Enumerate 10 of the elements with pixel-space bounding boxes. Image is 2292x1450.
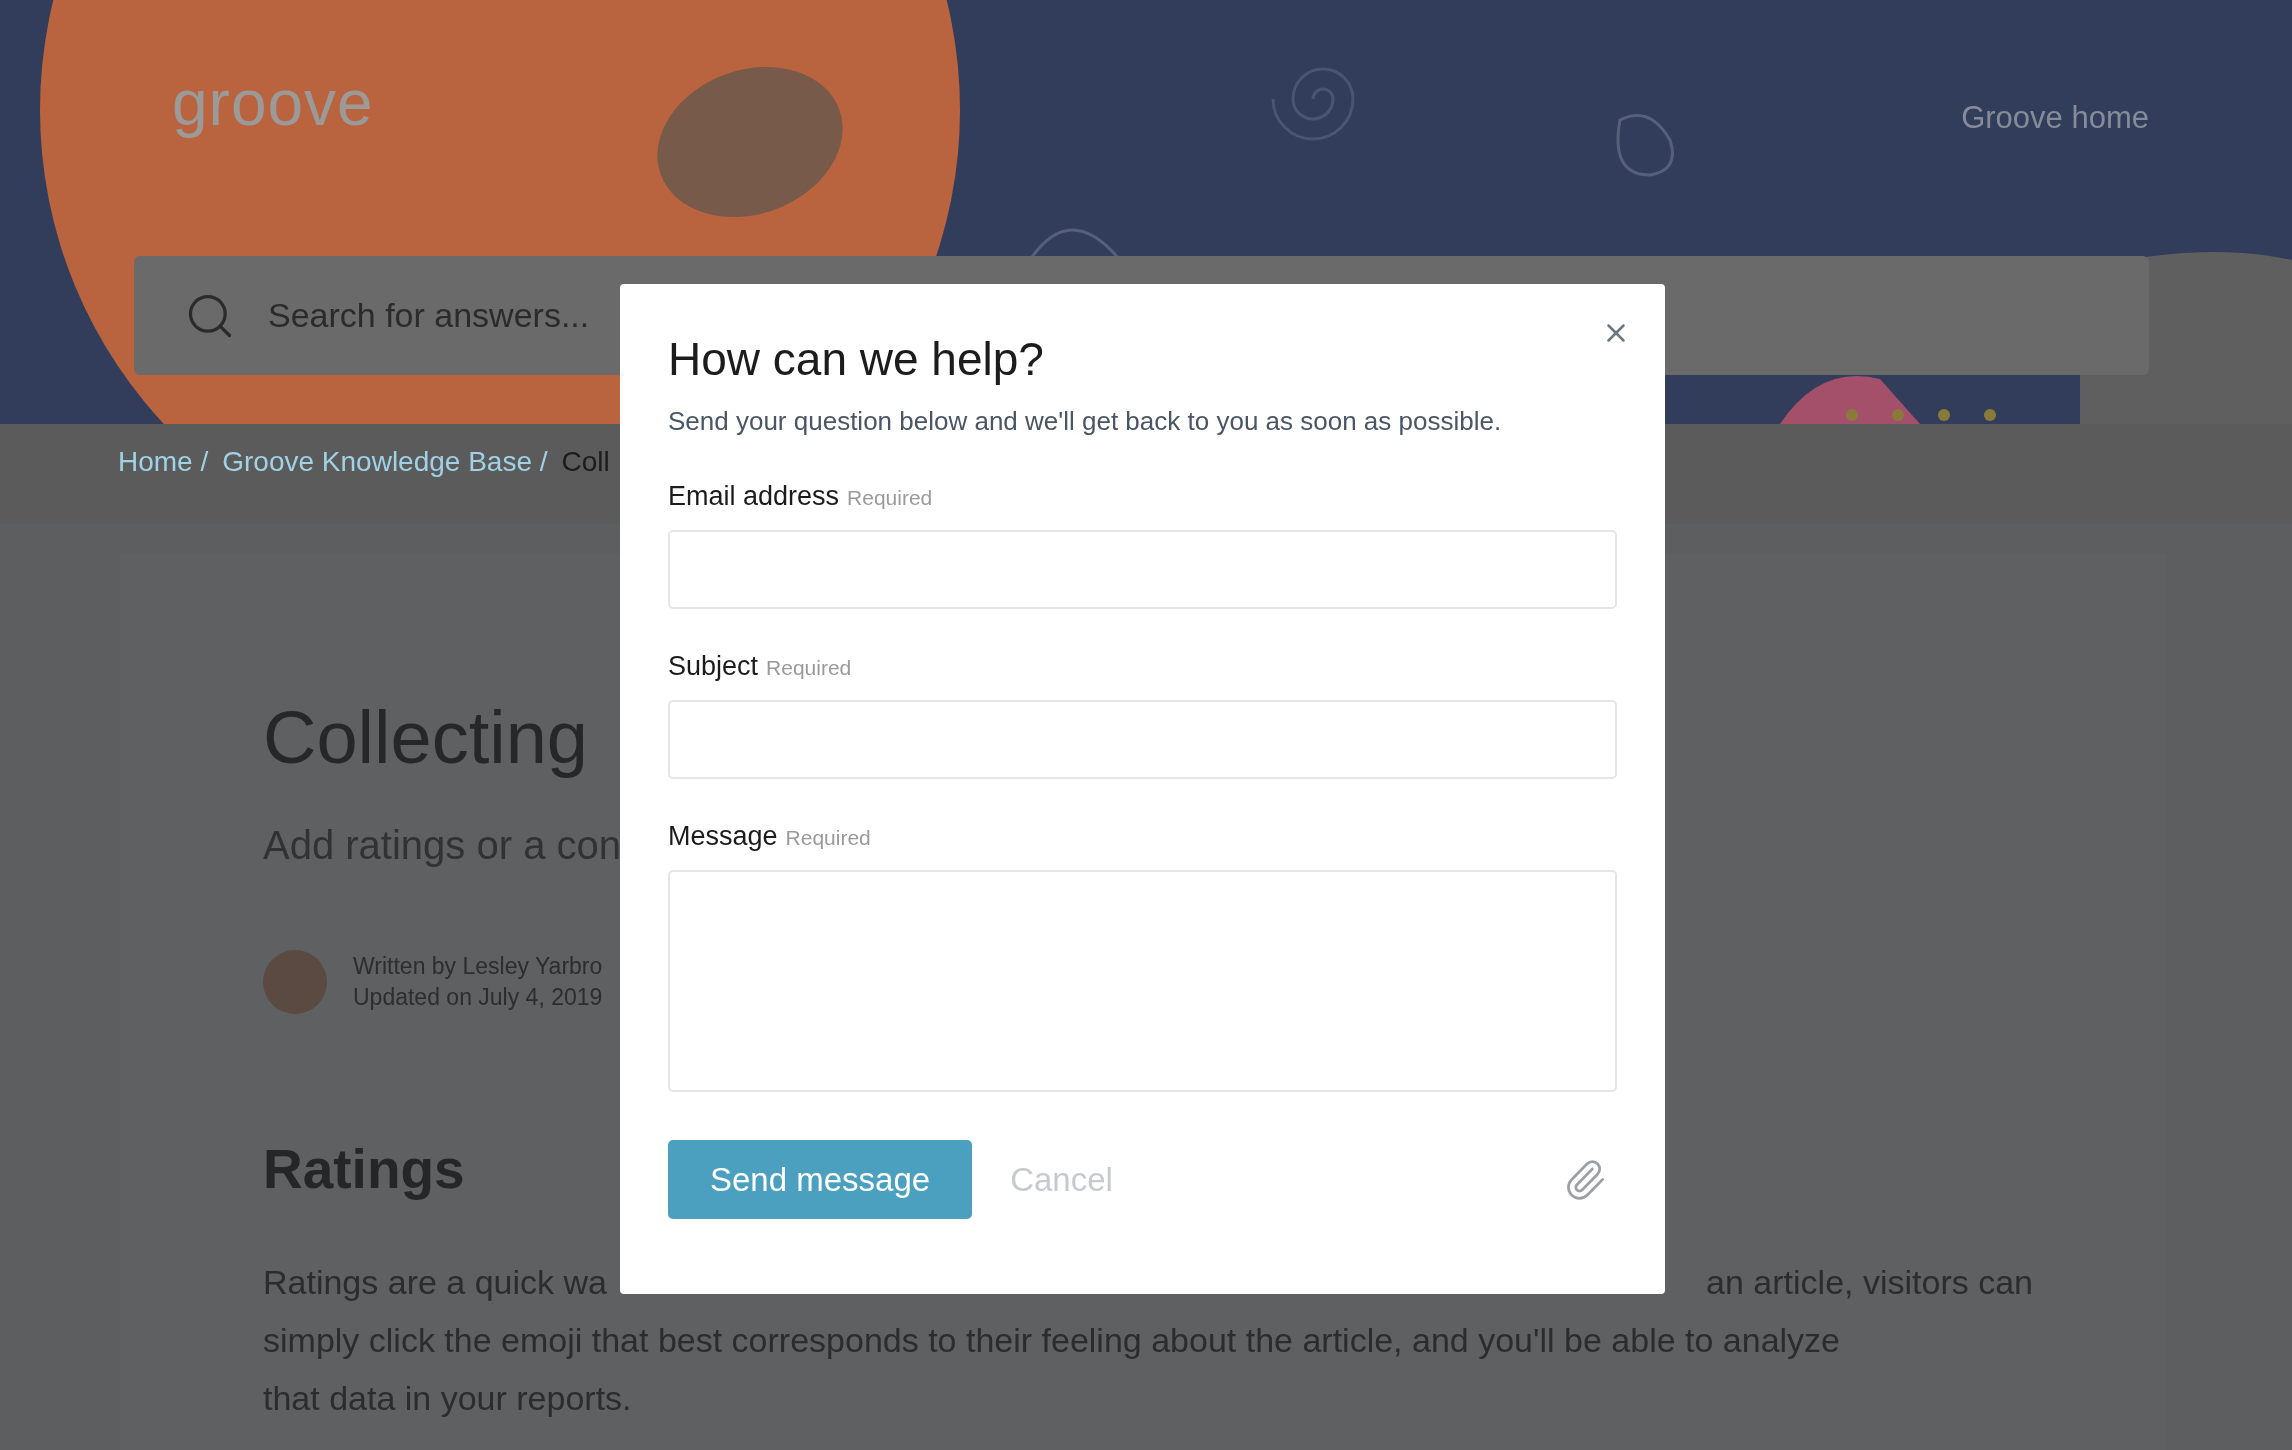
required-hint: Required <box>847 486 933 510</box>
dialog-subtitle: Send your question below and we'll get back to you as soon as possible. <box>668 406 1503 437</box>
required-hint: Required <box>785 826 871 850</box>
article-title: Collecting <box>263 695 588 780</box>
section-heading: Ratings <box>263 1137 465 1201</box>
required-hint: Required <box>766 656 852 680</box>
field-label: Message <box>668 821 778 852</box>
dialog-title: How can we help? <box>668 332 1045 386</box>
field-label: Subject <box>668 651 759 682</box>
field-label: Email address <box>668 481 840 512</box>
